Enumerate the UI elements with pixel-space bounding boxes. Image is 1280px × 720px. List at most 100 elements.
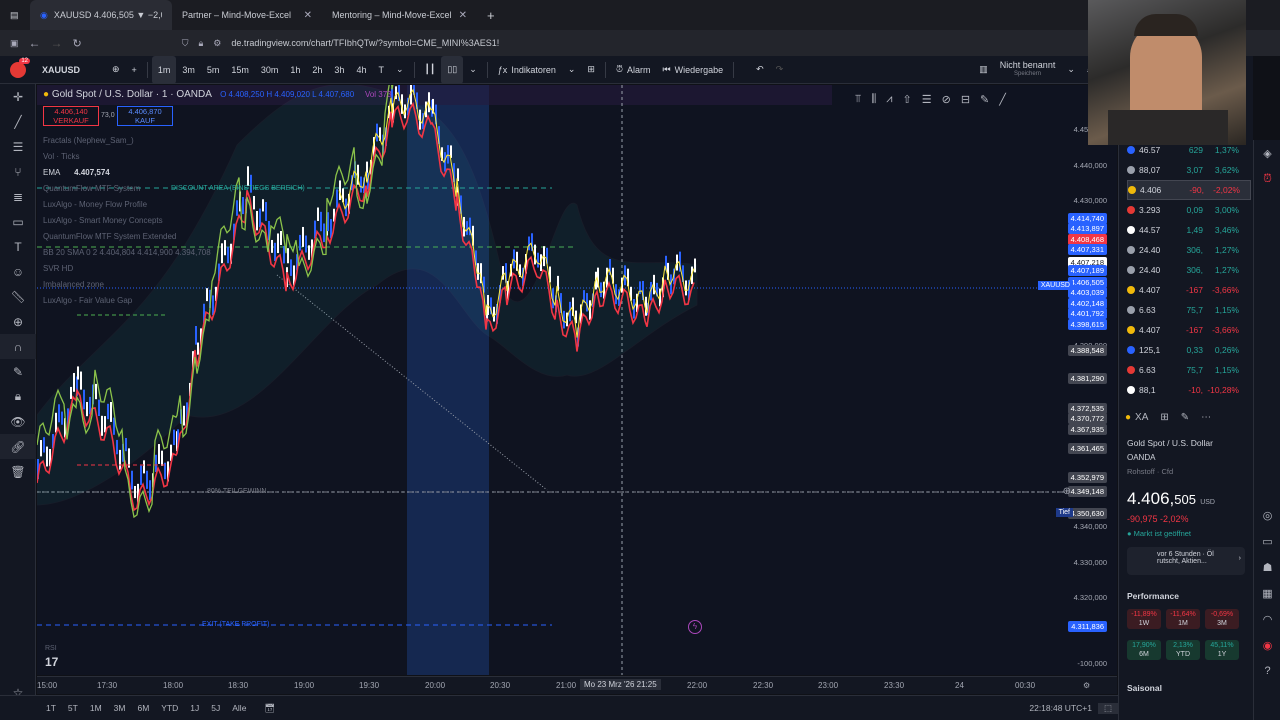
- legend-item[interactable]: SVR HD: [43, 264, 73, 273]
- range-1j[interactable]: 1J: [184, 703, 205, 713]
- text-icon[interactable]: T: [0, 234, 36, 259]
- interval-4h[interactable]: 4h: [350, 56, 372, 84]
- undo-icon[interactable]: ↶: [750, 56, 770, 84]
- browser-tab-xauusd[interactable]: ◉ XAUUSD 4.406,505 ▼ −2,02% N: [30, 0, 172, 30]
- performance-cell[interactable]: 45,11% 1Y: [1205, 640, 1239, 660]
- zoom-icon[interactable]: ⊕: [0, 309, 36, 334]
- performance-title[interactable]: Performance: [1127, 591, 1179, 601]
- watchlist-row[interactable]: 4.407 -167 -3,66%: [1127, 280, 1251, 300]
- watchlist-row[interactable]: 88,07 3,07 3,62%: [1127, 160, 1251, 180]
- range-5j[interactable]: 5J: [205, 703, 226, 713]
- chart-canvas[interactable]: [37, 85, 1117, 675]
- edit-icon[interactable]: ✎: [1181, 412, 1189, 423]
- calendar-icon[interactable]: ▦: [1254, 580, 1280, 606]
- range-ytd[interactable]: YTD: [155, 703, 184, 713]
- vertical-line-icon[interactable]: ⫼: [871, 93, 876, 106]
- watchlist-row[interactable]: 4.406 -90, -2,02%: [1127, 180, 1251, 200]
- shield-icon[interactable]: ⛉: [182, 38, 189, 49]
- add-alert-icon[interactable]: ⊕: [1063, 486, 1071, 497]
- interval-30m[interactable]: 30m: [255, 56, 285, 84]
- grid-icon[interactable]: ⊟: [961, 93, 970, 106]
- redo-icon[interactable]: ↷: [770, 56, 790, 84]
- target-icon[interactable]: ◎: [1254, 502, 1280, 528]
- legend-item[interactable]: LuxAlgo - Money Flow Profile: [43, 200, 147, 209]
- rsi-label[interactable]: RSI: [45, 645, 57, 652]
- cursor-tool-icon[interactable]: ⫪: [855, 93, 861, 106]
- performance-cell[interactable]: 17,90% 6M: [1127, 640, 1161, 660]
- interval-15m[interactable]: 15m: [225, 56, 255, 84]
- url-field[interactable]: de.tradingview.com/chart/TFIbhQTw/?symbo…: [231, 38, 499, 48]
- performance-cell[interactable]: -11,64% 1M: [1166, 609, 1200, 629]
- legend-item-ema[interactable]: EMA 4.407,574: [43, 168, 110, 177]
- layout-name-button[interactable]: Nicht benannt Speichern: [994, 56, 1062, 84]
- arrow-up-icon[interactable]: ⇧: [903, 93, 912, 106]
- legend-item[interactable]: LuxAlgo - Smart Money Concepts: [43, 216, 163, 225]
- more-icon[interactable]: ⋯: [1201, 412, 1211, 423]
- legend-item[interactable]: QuantumFlow MTF System: [43, 184, 140, 193]
- rectangle-icon[interactable]: ▭: [0, 209, 36, 234]
- back-icon[interactable]: ←: [29, 36, 41, 50]
- range-1m[interactable]: 1M: [84, 703, 108, 713]
- alerts-icon[interactable]: ⏰︎: [1254, 166, 1280, 192]
- seasonal-title[interactable]: Saisonal: [1127, 683, 1162, 693]
- lock-icon[interactable]: 🔒︎: [199, 38, 204, 49]
- interval-t[interactable]: T: [372, 56, 390, 84]
- interval-1h[interactable]: 1h: [284, 56, 306, 84]
- performance-cell[interactable]: -11,89% 1W: [1127, 609, 1161, 629]
- news-item[interactable]: vor 6 Stunden · Öl rutscht, Aktien... ›: [1127, 547, 1245, 575]
- interval-5m[interactable]: 5m: [201, 56, 226, 84]
- legend-item[interactable]: Imbalanced zone: [43, 280, 104, 289]
- range-3m[interactable]: 3M: [108, 703, 132, 713]
- watchlist-row[interactable]: 6.63 75,7 1,15%: [1127, 360, 1251, 380]
- chart-title[interactable]: ● Gold Spot / U.S. Dollar · 1 · OANDA O …: [43, 89, 392, 100]
- crosshair-icon[interactable]: ✛: [0, 84, 36, 109]
- candle-style-icon[interactable]: ▯▯: [441, 55, 464, 84]
- legend-item[interactable]: LuxAlgo - Fair Value Gap: [43, 296, 132, 305]
- measure-icon[interactable]: ⊘: [942, 93, 951, 106]
- legend-item-bb[interactable]: BB 20 SMA 0 2 4.404,804 4.414,900 4.394,…: [43, 248, 211, 257]
- site-settings-icon[interactable]: ⚙: [213, 38, 221, 49]
- symbol-search-button[interactable]: XAUUSD: [36, 56, 106, 84]
- magnet-icon[interactable]: ∩: [0, 334, 36, 359]
- indicators-button[interactable]: ƒx Indikatoren ⌄: [492, 56, 582, 84]
- performance-cell[interactable]: -0,69% 3M: [1205, 609, 1239, 629]
- buy-button[interactable]: 4.406,870 KAUF: [117, 106, 173, 126]
- watchlist-row[interactable]: 4.407 -167 -3,66%: [1127, 320, 1251, 340]
- detail-name[interactable]: Gold Spot / U.S. Dollar: [1127, 438, 1213, 448]
- browser-tab-mentoring[interactable]: Mentoring – Mind-Move-Excel ✕: [322, 0, 477, 30]
- legend-item[interactable]: Vol · Ticks: [43, 152, 79, 161]
- layout-dropdown-icon[interactable]: ⌄: [1061, 56, 1081, 84]
- tab-menu-icon[interactable]: ▤: [0, 0, 30, 30]
- pitchfork-icon[interactable]: ⑂: [0, 159, 36, 184]
- watchlist-row[interactable]: 24.40 306, 1,27%: [1127, 240, 1251, 260]
- ideas-icon[interactable]: ☗: [1254, 554, 1280, 580]
- interval-1m[interactable]: 1m: [151, 55, 177, 84]
- new-tab-icon[interactable]: +: [477, 0, 505, 30]
- watchlist-row[interactable]: 3.293 0,09 3,00%: [1127, 200, 1251, 220]
- sidebar-toggle-icon[interactable]: ▣: [10, 38, 19, 49]
- line-icon[interactable]: ╱: [999, 93, 1006, 106]
- pattern-icon[interactable]: ☺: [0, 259, 36, 284]
- user-avatar[interactable]: 12: [0, 56, 36, 84]
- legend-item[interactable]: QuantumFlow MTF System Extended: [43, 232, 176, 241]
- grid-view-icon[interactable]: ⊞: [1160, 412, 1168, 423]
- price-chart[interactable]: ● Gold Spot / U.S. Dollar · 1 · OANDA O …: [37, 85, 1117, 675]
- interval-3m[interactable]: 3m: [176, 56, 201, 84]
- range-1t[interactable]: 1T: [40, 703, 62, 713]
- lock-drawings-icon[interactable]: 🔒︎: [0, 384, 36, 409]
- watchlist-row[interactable]: 88,1 -10, -10,28%: [1127, 380, 1251, 400]
- trendline-icon[interactable]: ╱: [0, 109, 36, 134]
- collapse-panel-icon[interactable]: ⬚: [1097, 702, 1118, 714]
- legend-item[interactable]: Fractals (Nephew_Sam_): [43, 136, 134, 145]
- interval-2h[interactable]: 2h: [306, 56, 328, 84]
- templates-icon[interactable]: ⊞: [581, 56, 601, 84]
- eye-icon[interactable]: 👁︎: [0, 409, 36, 434]
- lightning-event-icon[interactable]: ϟ: [688, 620, 702, 634]
- browser-tab-partner[interactable]: Partner – Mind-Move-Excel ✕: [172, 0, 322, 30]
- performance-cell[interactable]: 2,13% YTD: [1166, 640, 1200, 660]
- range-6m[interactable]: 6M: [131, 703, 155, 713]
- layers-icon[interactable]: ◈: [1254, 140, 1280, 166]
- chart-type-dropdown-icon[interactable]: ⌄: [463, 56, 483, 84]
- trash-icon[interactable]: 🗑︎: [0, 459, 36, 484]
- range-alle[interactable]: Alle: [226, 703, 252, 713]
